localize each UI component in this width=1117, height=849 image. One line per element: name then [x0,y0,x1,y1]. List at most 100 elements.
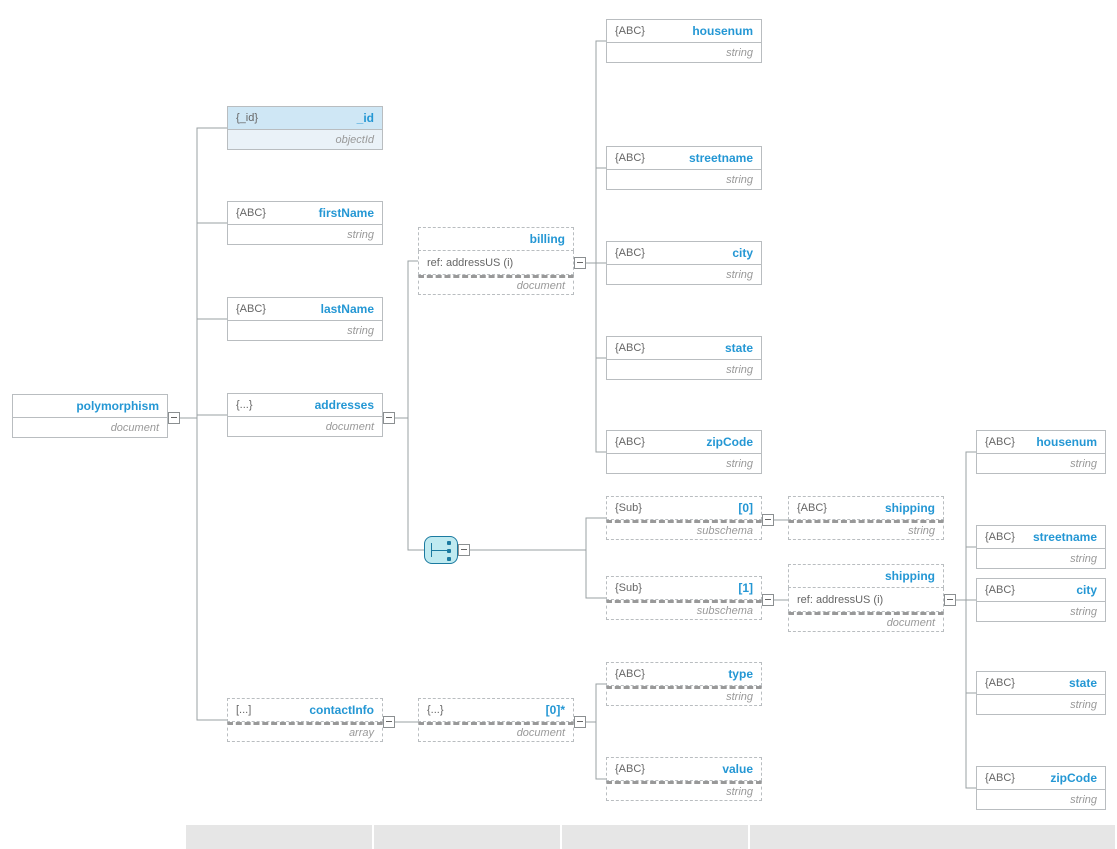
node-ref: ref: addressUS (i) [797,594,883,606]
node-zipcode-2[interactable]: {ABC} zipCode string [976,766,1106,810]
node-name: billing [530,232,565,246]
node-name: addresses [315,398,374,412]
node-type: document [111,422,159,434]
collapse-toggle[interactable] [944,594,956,606]
collapse-toggle[interactable] [383,716,395,728]
node-zipcode[interactable]: {ABC}zipCode string [606,430,762,474]
node-shipping-ref[interactable]: shipping ref: addressUS (i) document [788,564,944,632]
node-streetname-2[interactable]: {ABC}streetname string [976,525,1106,569]
node-type: string [726,174,753,186]
node-name: contactInfo [309,703,374,717]
node-tag: {ABC} [985,531,1015,543]
node-type: document [517,727,565,739]
node-tag: {...} [236,399,253,411]
node-type: document [887,617,935,629]
node-tag: {ABC} [615,342,645,354]
node-type: string [347,229,374,241]
node-lastname[interactable]: {ABC}lastName string [227,297,383,341]
node-tag: {ABC} [615,247,645,259]
node-name: state [1069,676,1097,690]
node-tag: {...} [427,704,444,716]
node-type: string [726,47,753,59]
bottom-tab[interactable] [562,825,748,849]
collapse-toggle[interactable] [762,594,774,606]
node-tag: {ABC} [236,207,266,219]
node-tag: {ABC} [615,25,645,37]
node-type: subschema [697,525,753,537]
node-id[interactable]: {_id} _id objectId [227,106,383,150]
node-state[interactable]: {ABC} state string [606,336,762,380]
node-tag: {ABC} [985,677,1015,689]
node-type: subschema [697,605,753,617]
node-contactinfo[interactable]: [...] contactInfo array [227,698,383,742]
node-name: firstName [319,206,374,220]
node-type: string [1070,458,1097,470]
node-streetname[interactable]: {ABC} streetname string [606,146,762,190]
collapse-toggle[interactable] [762,514,774,526]
node-billing[interactable]: billing ref: addressUS (i) document [418,227,574,295]
node-name: housenum [1036,435,1097,449]
node-type: string [908,525,935,537]
node-name: city [1076,583,1097,597]
node-polymorphism[interactable]: polymorphism document [12,394,168,438]
node-type: string [347,325,374,337]
node-tag: {ABC} [985,584,1015,596]
bottom-tab-bar [0,825,1117,849]
collapse-toggle[interactable] [458,544,470,556]
node-sub0[interactable]: {Sub}[0] subschema [606,496,762,540]
node-tag: {Sub} [615,582,642,594]
node-type: document [326,421,374,433]
node-value-field[interactable]: {ABC}value string [606,757,762,801]
node-city[interactable]: {ABC}city string [606,241,762,285]
oneof-icon[interactable] [424,536,458,564]
node-type: string [1070,606,1097,618]
node-name: housenum [692,24,753,38]
node-tag: {ABC} [615,152,645,164]
node-type: string [726,364,753,376]
node-city-2[interactable]: {ABC} city string [976,578,1106,622]
collapse-toggle[interactable] [574,716,586,728]
node-tag: {ABC} [985,436,1015,448]
node-name: streetname [689,151,753,165]
node-state-2[interactable]: {ABC} state string [976,671,1106,715]
collapse-toggle[interactable] [574,257,586,269]
node-type: string [1070,794,1097,806]
node-name: type [728,667,753,681]
node-name: shipping [885,501,935,515]
node-name: shipping [885,569,935,583]
bottom-tab[interactable] [186,825,372,849]
node-tag: [...] [236,704,251,716]
node-type: objectId [335,134,374,146]
node-name: polymorphism [76,399,159,413]
node-name: [1] [738,581,753,595]
bottom-tab[interactable] [374,825,560,849]
node-name: state [725,341,753,355]
node-tag: {ABC} [236,303,266,315]
bottom-tab[interactable] [750,825,1115,849]
node-housenum-2[interactable]: {ABC} housenum string [976,430,1106,474]
node-tag: {ABC} [985,772,1015,784]
node-type-field[interactable]: {ABC}type string [606,662,762,706]
node-shipping-string[interactable]: {ABC} shipping string [788,496,944,540]
node-contactinfo-item[interactable]: {...} [0]* document [418,698,574,742]
node-name: zipCode [706,435,753,449]
node-addresses[interactable]: {...} addresses document [227,393,383,437]
node-tag: {ABC} [797,502,827,514]
node-name: city [732,246,753,260]
node-name: [0] [738,501,753,515]
node-housenum[interactable]: {ABC} housenum string [606,19,762,63]
node-type: array [349,727,374,739]
collapse-toggle[interactable] [168,412,180,424]
node-name: _id [357,111,374,125]
node-firstname[interactable]: {ABC} firstName string [227,201,383,245]
node-type: string [1070,699,1097,711]
node-tag: {ABC} [615,668,645,680]
node-type: string [726,458,753,470]
node-tag: {_id} [236,112,258,124]
node-name: [0]* [546,703,565,717]
node-sub1[interactable]: {Sub} [1] subschema [606,576,762,620]
collapse-toggle[interactable] [383,412,395,424]
node-name: zipCode [1050,771,1097,785]
node-name: streetname [1033,530,1097,544]
node-tag: {ABC} [615,763,645,775]
